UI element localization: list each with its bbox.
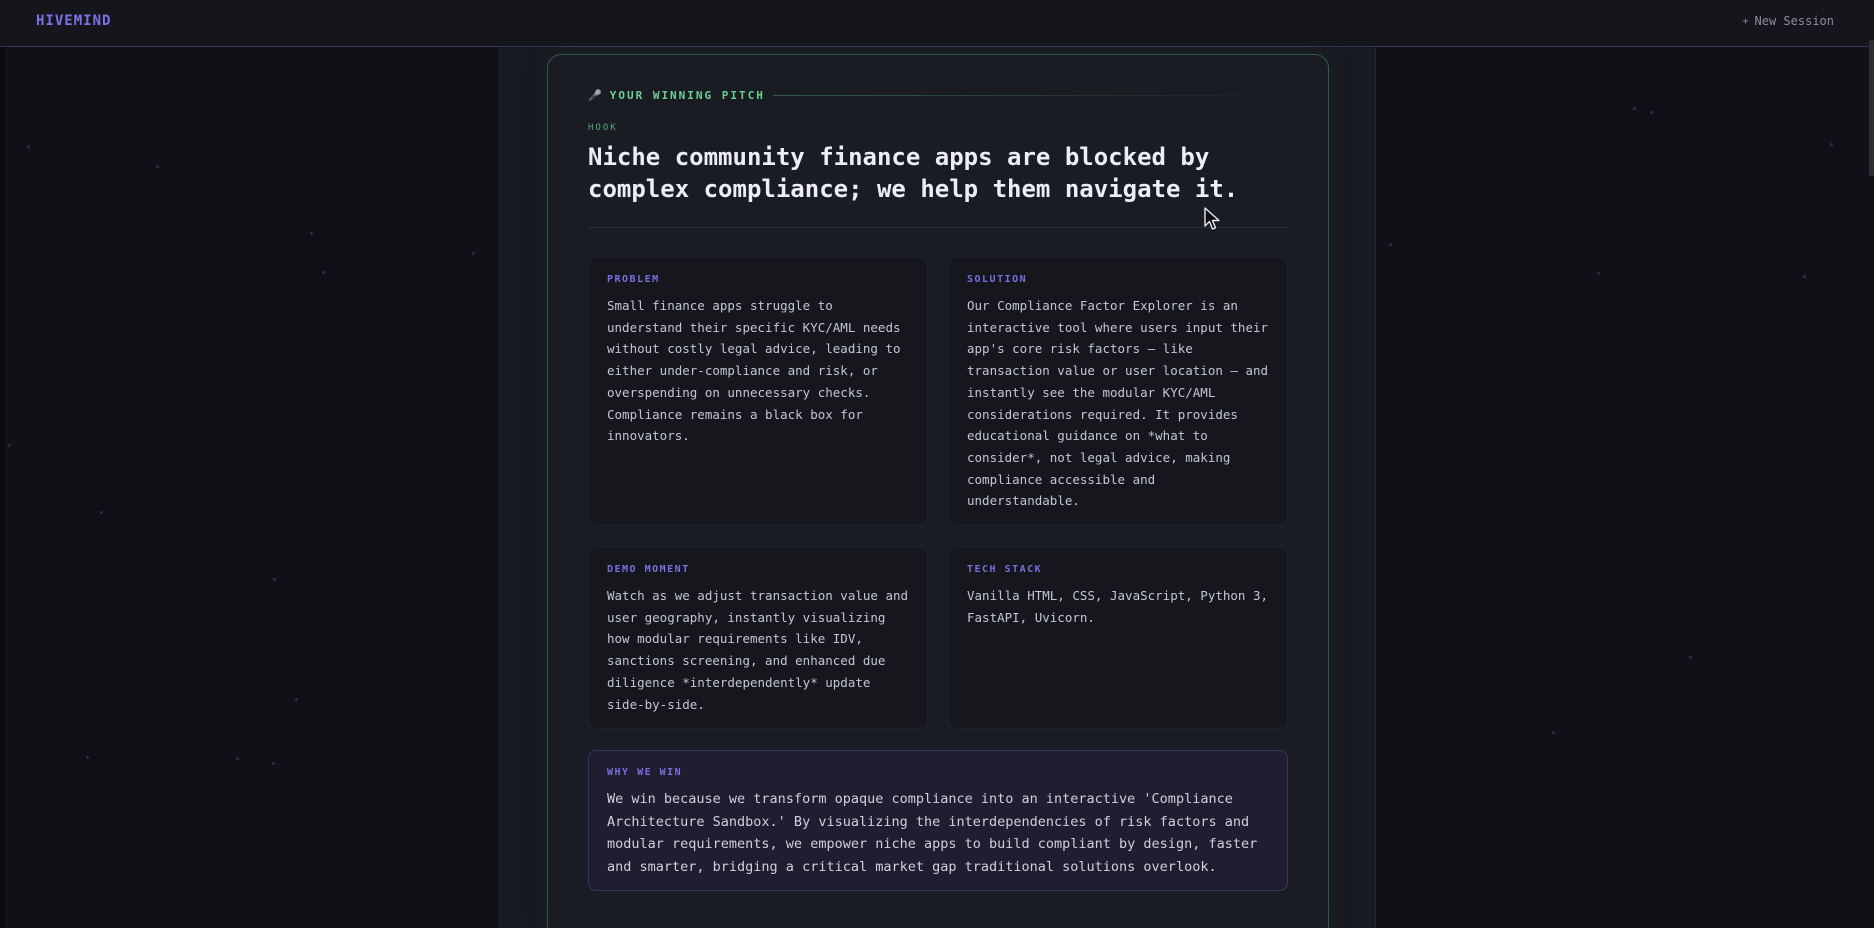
problem-card: PROBLEM Small finance apps struggle to u… bbox=[588, 257, 928, 525]
tech-stack-title: TECH STACK bbox=[967, 564, 1043, 575]
demo-moment-title: DEMO MOMENT bbox=[607, 564, 690, 575]
hook-label: HOOK bbox=[588, 123, 618, 133]
why-we-win-body: We win because we transform opaque compl… bbox=[607, 791, 1258, 875]
section-label: YOUR WINNING PITCH bbox=[609, 89, 765, 102]
demo-moment-card: DEMO MOMENT Watch as we adjust transacti… bbox=[588, 547, 928, 729]
section-header: 🎤 YOUR WINNING PITCH bbox=[588, 89, 1248, 102]
demo-moment-body: Watch as we adjust transaction value and… bbox=[607, 588, 909, 712]
solution-body: Our Compliance Factor Explorer is an int… bbox=[967, 298, 1269, 509]
pitch-card: 🎤 YOUR WINNING PITCH HOOK Niche communit… bbox=[547, 54, 1329, 928]
problem-title: PROBLEM bbox=[607, 274, 660, 285]
new-session-label: New Session bbox=[1754, 14, 1834, 28]
plus-icon: + bbox=[1742, 15, 1749, 27]
new-session-button[interactable]: + New Session bbox=[1742, 14, 1834, 28]
problem-body: Small finance apps struggle to understan… bbox=[607, 298, 901, 444]
solution-card: SOLUTION Our Compliance Factor Explorer … bbox=[948, 257, 1288, 525]
solution-title: SOLUTION bbox=[967, 274, 1028, 285]
tech-stack-body: Vanilla HTML, CSS, JavaScript, Python 3,… bbox=[967, 588, 1269, 625]
scrollbar-thumb[interactable] bbox=[1869, 40, 1874, 176]
hook-text: Niche community finance apps are blocked… bbox=[588, 143, 1239, 203]
section-rule bbox=[772, 95, 1248, 96]
tech-stack-card: TECH STACK Vanilla HTML, CSS, JavaScript… bbox=[948, 547, 1288, 729]
why-we-win-card: WHY WE WIN We win because we transform o… bbox=[588, 750, 1288, 891]
microphone-icon: 🎤 bbox=[588, 89, 602, 102]
hook-divider bbox=[588, 227, 1288, 228]
window-edge bbox=[0, 47, 5, 928]
brand-logo[interactable]: HIVEMIND bbox=[36, 13, 111, 29]
why-we-win-title: WHY WE WIN bbox=[607, 767, 683, 778]
mouse-cursor-icon bbox=[1204, 207, 1220, 230]
top-bar: HIVEMIND + New Session bbox=[0, 0, 1874, 47]
